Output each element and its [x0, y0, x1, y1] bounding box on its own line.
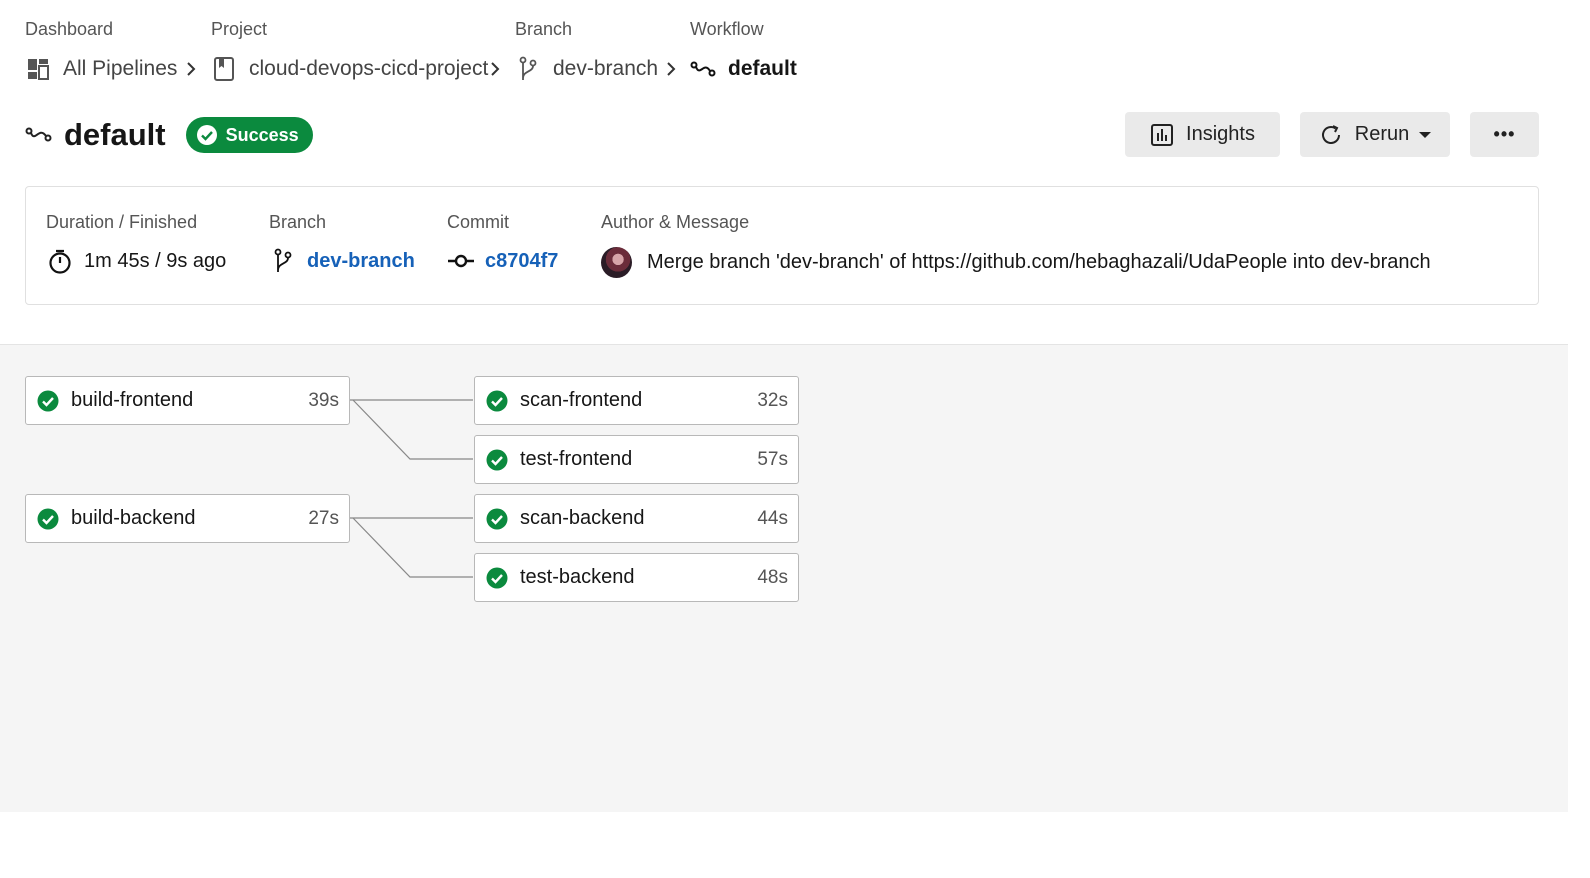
workflow-summary-card: Duration / Finished 1m 45s / 9s ago Bran… [25, 186, 1539, 305]
branch-label: dev-branch [553, 57, 659, 80]
breadcrumb-dashboard-label: Dashboard [25, 19, 114, 39]
job-duration: 39s [308, 389, 339, 411]
branch-value-row: dev-branch [269, 247, 415, 275]
job-build-backend[interactable]: build-backend 27s [25, 494, 350, 543]
job-duration: 57s [757, 448, 788, 470]
commit-label: Commit [447, 212, 509, 232]
more-options-button[interactable]: ••• [1470, 112, 1539, 157]
workflow-link[interactable]: default [690, 56, 797, 82]
workflow-icon [25, 121, 53, 149]
job-scan-frontend[interactable]: scan-frontend 32s [474, 376, 799, 425]
workflow-graph: build-frontend 39s scan-frontend 32s tes… [0, 344, 1568, 812]
commit-value-row: c8704f7 [447, 247, 558, 275]
job-name: scan-frontend [520, 389, 643, 411]
project-link[interactable]: cloud-devops-cicd-project [211, 56, 488, 82]
bar-chart-icon [1150, 123, 1174, 147]
breadcrumb-workflow: Workflow default [690, 18, 797, 80]
branch-icon [515, 56, 541, 82]
job-name: test-frontend [520, 448, 633, 470]
dashboard-icon [25, 56, 51, 82]
breadcrumb-dashboard: Dashboard All Pipelines [25, 18, 177, 80]
breadcrumb-branch: Branch dev-branch [515, 18, 658, 80]
all-pipelines-label: All Pipelines [63, 57, 178, 80]
workflow-label: default [728, 57, 797, 80]
duration-value-row: 1m 45s / 9s ago [46, 247, 226, 275]
breadcrumb-branch-label: Branch [515, 19, 573, 39]
branch-link[interactable]: dev-branch [515, 56, 658, 82]
chevron-right-icon [488, 57, 502, 81]
workflow-icon [690, 56, 716, 82]
job-duration: 27s [308, 507, 339, 529]
repository-icon [211, 56, 237, 82]
job-name: test-backend [520, 566, 635, 588]
rerun-button[interactable]: Rerun [1300, 112, 1450, 157]
job-name: scan-backend [520, 507, 645, 529]
duration-value: 1m 45s / 9s ago [84, 249, 227, 272]
insights-label: Insights [1186, 123, 1255, 145]
all-pipelines-link[interactable]: All Pipelines [25, 56, 177, 82]
job-scan-backend[interactable]: scan-backend 44s [474, 494, 799, 543]
stopwatch-icon [46, 247, 74, 275]
chevron-right-icon [664, 57, 678, 81]
chevron-right-icon [184, 57, 198, 81]
breadcrumb-project: Project cloud-devops-cicd-project [211, 18, 488, 81]
status-label: Success [225, 124, 299, 145]
more-icon: ••• [1493, 124, 1516, 144]
job-build-frontend[interactable]: build-frontend 39s [25, 376, 350, 425]
avatar[interactable] [601, 247, 632, 278]
breadcrumb-workflow-label: Workflow [690, 19, 764, 39]
check-circle-icon [196, 124, 218, 146]
status-badge: Success [185, 117, 313, 153]
author-label: Author & Message [601, 212, 750, 232]
commit-message: Merge branch 'dev-branch' of https://git… [647, 251, 1431, 273]
job-duration: 44s [757, 507, 788, 529]
job-test-frontend[interactable]: test-frontend 57s [474, 435, 799, 484]
check-circle-icon [486, 449, 508, 471]
branch-link[interactable]: dev-branch [307, 250, 415, 273]
breadcrumb-project-label: Project [211, 19, 268, 39]
job-name: build-backend [71, 507, 196, 529]
refresh-icon [1319, 123, 1343, 147]
project-label: cloud-devops-cicd-project [249, 57, 489, 80]
check-circle-icon [486, 567, 508, 589]
commit-link[interactable]: c8704f7 [485, 250, 558, 273]
page-title: default [64, 117, 166, 152]
caret-down-icon [1419, 131, 1432, 138]
job-duration: 32s [757, 389, 788, 411]
check-circle-icon [486, 390, 508, 412]
commit-icon [447, 247, 475, 275]
check-circle-icon [37, 390, 59, 412]
branch-label: Branch [269, 212, 327, 232]
job-name: build-frontend [71, 389, 194, 411]
job-duration: 48s [757, 566, 788, 588]
page-header: default Success [25, 112, 313, 158]
check-circle-icon [37, 508, 59, 530]
check-circle-icon [486, 508, 508, 530]
author-value-row: Merge branch 'dev-branch' of https://git… [601, 247, 1431, 278]
branch-icon [269, 247, 297, 275]
duration-label: Duration / Finished [46, 212, 198, 232]
insights-button[interactable]: Insights [1125, 112, 1280, 157]
job-test-backend[interactable]: test-backend 48s [474, 553, 799, 602]
rerun-label: Rerun [1354, 123, 1410, 145]
